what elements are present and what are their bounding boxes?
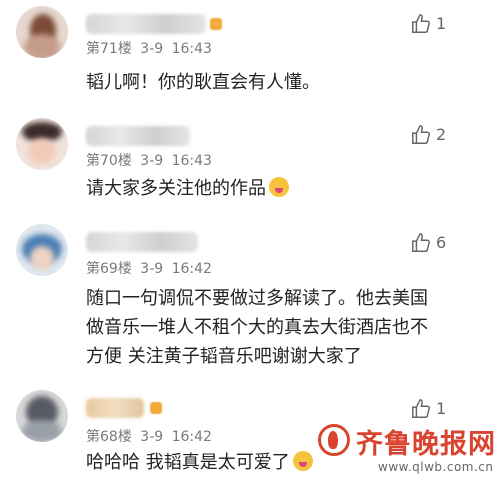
comment-item: 第70楼 3-9 16:43 请大家多关注他的作品 2 xyxy=(0,110,500,218)
comment-text-line: 方便 关注黄子韬音乐吧谢谢大家了 xyxy=(86,346,362,367)
comment-text: 请大家多关注他的作品 xyxy=(86,174,289,203)
comment-time: 16:43 xyxy=(171,153,212,169)
watermark: 齐鲁晚报网 www.qlwb.com.cn xyxy=(318,420,496,482)
avatar[interactable] xyxy=(16,6,68,58)
comment-text: 随口一句调侃不要做过多解读了。他去美国 做音乐一堆人不租个大的真去大街酒店也不 … xyxy=(86,284,428,371)
like-count: 2 xyxy=(436,125,447,144)
comment-time: 16:42 xyxy=(171,261,212,277)
watermark-title: 齐鲁晚报网 xyxy=(356,429,496,460)
like-count: 6 xyxy=(436,233,447,252)
comment-text-line: 随口一句调侃不要做过多解读了。他去美国 xyxy=(86,288,428,309)
laughing-face-icon xyxy=(292,451,313,471)
avatar[interactable] xyxy=(16,390,68,442)
qlwb-logo-icon xyxy=(318,424,350,456)
comment-text: 韬儿啊！你的耿直会有人懂。 xyxy=(86,72,320,93)
like-count: 1 xyxy=(436,14,447,33)
comment-text-line: 做音乐一堆人不租个大的真去大街酒店也不 xyxy=(86,317,428,338)
comment-date: 3-9 xyxy=(140,41,164,57)
username-blurred[interactable] xyxy=(86,398,144,418)
flushed-face-icon xyxy=(269,177,289,197)
comment-meta: 第71楼 3-9 16:43 xyxy=(86,38,212,58)
avatar[interactable] xyxy=(16,224,68,276)
thumbs-up-icon xyxy=(412,399,430,418)
watermark-url: www.qlwb.com.cn xyxy=(378,460,494,474)
comment-meta: 第68楼 3-9 16:42 xyxy=(86,426,212,446)
comment-text: 哈哈哈 我韬真是太可爱了 xyxy=(86,448,313,477)
comment-date: 3-9 xyxy=(140,261,164,277)
like-count: 1 xyxy=(436,399,447,418)
comment-date: 3-9 xyxy=(140,429,164,445)
vip-badge-icon xyxy=(150,402,162,414)
thumbs-up-icon xyxy=(412,14,430,33)
thumbs-up-icon xyxy=(412,233,430,252)
floor-number: 第70楼 xyxy=(86,153,132,169)
username-blurred[interactable] xyxy=(86,14,206,34)
comment-time: 16:43 xyxy=(171,41,212,57)
username-blurred[interactable] xyxy=(86,232,198,252)
comment-item: 第69楼 3-9 16:42 随口一句调侃不要做过多解读了。他去美国 做音乐一堆… xyxy=(0,218,500,388)
floor-number: 第71楼 xyxy=(86,41,132,57)
comment-meta: 第70楼 3-9 16:43 xyxy=(86,150,212,170)
comment-date: 3-9 xyxy=(140,153,164,169)
comment-text-content: 哈哈哈 我韬真是太可爱了 xyxy=(86,452,290,473)
avatar[interactable] xyxy=(16,118,68,170)
comment-text-content: 请大家多关注他的作品 xyxy=(86,178,266,199)
username-blurred[interactable] xyxy=(86,126,190,146)
comment-meta: 第69楼 3-9 16:42 xyxy=(86,258,212,278)
comment-time: 16:42 xyxy=(171,429,212,445)
floor-number: 第69楼 xyxy=(86,261,132,277)
thumbs-up-icon xyxy=(412,125,430,144)
floor-number: 第68楼 xyxy=(86,429,132,445)
vip-badge-icon xyxy=(210,18,222,30)
comment-item: 第71楼 3-9 16:43 韬儿啊！你的耿直会有人懂。 1 xyxy=(0,0,500,118)
